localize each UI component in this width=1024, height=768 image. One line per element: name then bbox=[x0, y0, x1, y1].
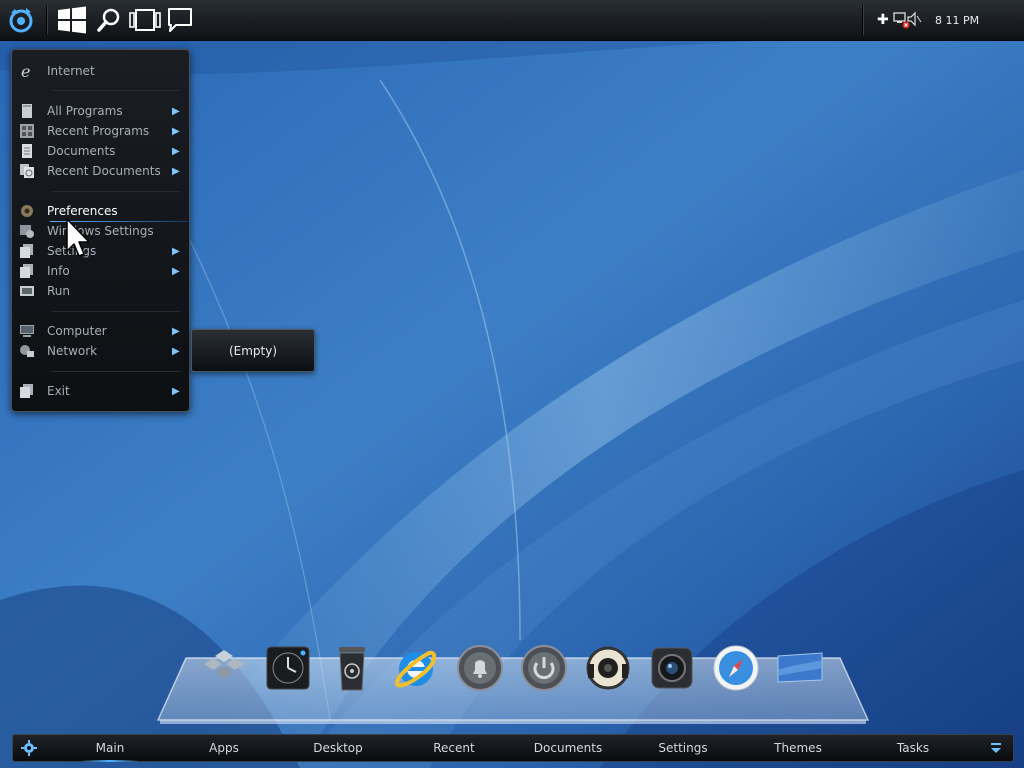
chevron-right-icon: ▶ bbox=[172, 325, 180, 337]
tab-settings[interactable]: Settings bbox=[638, 738, 728, 758]
bottom-taskbar: Main Apps Desktop Recent Documents Setti… bbox=[12, 734, 1014, 762]
tab-desktop[interactable]: Desktop bbox=[293, 738, 383, 758]
tab-label: Themes bbox=[774, 741, 822, 755]
menu-item-run[interactable]: Run bbox=[18, 281, 182, 301]
tab-apps[interactable]: Apps bbox=[179, 738, 269, 758]
tab-label: Apps bbox=[209, 741, 239, 755]
menu-item-label: Computer bbox=[47, 324, 107, 338]
chevron-right-icon: ▶ bbox=[172, 125, 180, 137]
network-icon bbox=[18, 343, 36, 359]
menu-divider bbox=[52, 191, 180, 192]
top-bar: ✚ 8 11 PM bbox=[0, 0, 1024, 41]
tab-tasks[interactable]: Tasks bbox=[868, 738, 958, 758]
internet-explorer-icon[interactable] bbox=[390, 642, 442, 694]
chevron-right-icon: ▶ bbox=[172, 245, 180, 257]
app-logo-icon[interactable] bbox=[4, 4, 38, 36]
menu-item-windows-settings[interactable]: Windows Settings bbox=[18, 221, 182, 241]
windows-tiles-icon[interactable] bbox=[198, 642, 250, 694]
clock-icon[interactable] bbox=[262, 642, 314, 694]
active-tab-indicator bbox=[80, 760, 140, 762]
tab-label: Documents bbox=[533, 741, 603, 755]
documents-icon bbox=[18, 143, 36, 159]
tab-main[interactable]: Main bbox=[65, 738, 155, 762]
windows-settings-icon bbox=[18, 223, 36, 239]
menu-item-label: Network bbox=[47, 344, 98, 358]
search-icon[interactable] bbox=[95, 4, 123, 36]
chevron-right-icon: ▶ bbox=[172, 265, 180, 277]
chevron-right-icon: ▶ bbox=[172, 165, 180, 177]
menu-item-computer[interactable]: Computer ▶ bbox=[18, 321, 182, 341]
menu-item-info[interactable]: Info ▶ bbox=[18, 261, 182, 281]
submenu-popup: (Empty) bbox=[191, 329, 315, 372]
windows-icon[interactable] bbox=[55, 4, 89, 36]
menu-item-recent-documents[interactable]: Recent Documents ▶ bbox=[18, 161, 182, 181]
menu-item-label: Preferences bbox=[47, 204, 118, 218]
collapse-icon[interactable] bbox=[989, 741, 1003, 755]
menu-item-documents[interactable]: Documents ▶ bbox=[18, 141, 182, 161]
menu-item-all-programs[interactable]: All Programs ▶ bbox=[18, 101, 182, 121]
safari-compass-icon[interactable] bbox=[710, 642, 762, 694]
menu-divider bbox=[52, 311, 180, 312]
notification-bell-icon[interactable] bbox=[454, 642, 506, 694]
tab-label: Main bbox=[95, 741, 125, 755]
menu-item-recent-programs[interactable]: Recent Programs ▶ bbox=[18, 121, 182, 141]
menu-item-settings[interactable]: Settings ▶ bbox=[18, 241, 182, 261]
clock-time[interactable]: 8 11 PM bbox=[935, 14, 979, 27]
computer-icon bbox=[18, 323, 36, 339]
chat-icon[interactable] bbox=[164, 4, 196, 36]
menu-item-network[interactable]: Network ▶ bbox=[18, 341, 182, 361]
menu-divider bbox=[52, 371, 180, 372]
power-icon[interactable] bbox=[518, 642, 570, 694]
add-icon[interactable]: ✚ bbox=[877, 12, 889, 28]
tab-recent[interactable]: Recent bbox=[409, 738, 499, 758]
tab-documents[interactable]: Documents bbox=[523, 738, 613, 758]
chevron-right-icon: ▶ bbox=[172, 385, 180, 397]
menu-item-label: All Programs bbox=[47, 104, 123, 118]
task-view-icon[interactable] bbox=[128, 4, 162, 36]
menu-item-internet[interactable]: e Internet bbox=[18, 61, 182, 81]
submenu-empty-item[interactable]: (Empty) bbox=[229, 344, 277, 358]
recycle-bin-icon[interactable] bbox=[326, 642, 378, 694]
chevron-right-icon: ▶ bbox=[172, 145, 180, 157]
menu-divider bbox=[52, 90, 180, 91]
menu-item-label: Run bbox=[47, 284, 71, 298]
settings-icon bbox=[18, 243, 36, 259]
topbar-separator bbox=[46, 6, 47, 34]
tab-label: Recent bbox=[433, 741, 475, 755]
menu-item-label: Recent Documents bbox=[47, 164, 161, 178]
menu-item-label: Recent Programs bbox=[47, 124, 150, 138]
camera-icon[interactable] bbox=[646, 642, 698, 694]
start-menu: e Internet All Programs ▶ Recent Program… bbox=[11, 49, 190, 412]
tab-label: Settings bbox=[658, 741, 708, 755]
tab-label: Tasks bbox=[896, 741, 930, 755]
desktop-icon[interactable] bbox=[774, 642, 826, 694]
exit-icon bbox=[18, 383, 36, 399]
preferences-icon bbox=[18, 203, 36, 219]
run-icon bbox=[18, 283, 36, 299]
menu-item-label: Documents bbox=[47, 144, 116, 158]
speaker-icon[interactable] bbox=[582, 642, 634, 694]
menu-item-preferences[interactable]: Preferences bbox=[18, 201, 188, 222]
network-disconnected-icon[interactable] bbox=[893, 11, 923, 29]
svg-text:e: e bbox=[21, 63, 30, 79]
menu-item-label: Info bbox=[47, 264, 70, 278]
menu-item-exit[interactable]: Exit ▶ bbox=[18, 381, 182, 401]
gear-icon[interactable] bbox=[21, 740, 37, 756]
chevron-right-icon: ▶ bbox=[172, 105, 180, 117]
info-icon bbox=[18, 263, 36, 279]
internet-explorer-icon: e bbox=[18, 63, 36, 79]
menu-item-label: Internet bbox=[47, 64, 95, 78]
chevron-right-icon: ▶ bbox=[172, 345, 180, 357]
programs-icon bbox=[18, 103, 36, 119]
tab-themes[interactable]: Themes bbox=[753, 738, 843, 758]
mouse-cursor-icon bbox=[66, 218, 90, 257]
dock bbox=[156, 636, 870, 726]
recent-programs-icon bbox=[18, 123, 36, 139]
recent-documents-icon bbox=[18, 163, 36, 179]
menu-item-label: Exit bbox=[47, 384, 70, 398]
tab-label: Desktop bbox=[313, 741, 363, 755]
system-tray: ✚ 8 11 PM bbox=[862, 5, 1018, 35]
